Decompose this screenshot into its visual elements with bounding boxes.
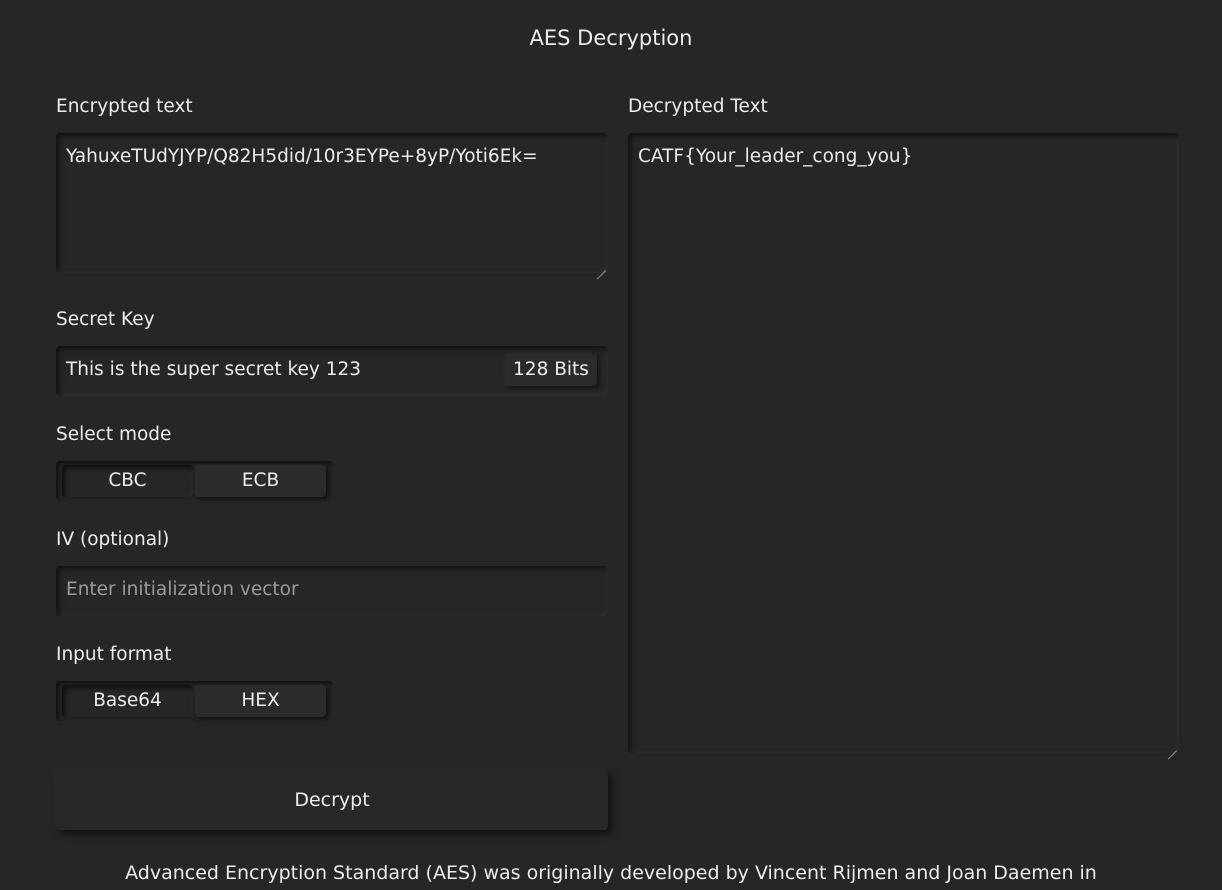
secret-key-value: This is the super secret key 123 [66,359,362,380]
encrypted-text-value: YahuxeTUdYJYP/Q82H5did/10r3EYPe+8yP/Yoti… [66,146,538,167]
decrypted-text-label: Decrypted Text [628,96,768,117]
decrypted-text-area[interactable]: CATF{Your_leader_cong_you} [628,133,1179,753]
footer-description: Advanced Encryption Standard (AES) was o… [125,862,1097,884]
format-toggle-group: Base64 HEX [56,681,333,721]
secret-key-input[interactable]: This is the super secret key 123 128 Bit… [56,346,608,396]
select-mode-label: Select mode [56,424,172,445]
iv-input[interactable]: Enter initialization vector [56,566,608,616]
input-format-label: Input format [56,644,172,665]
secret-key-label: Secret Key [56,309,155,330]
iv-placeholder: Enter initialization vector [66,579,299,600]
resize-grip-icon[interactable] [1168,742,1177,751]
mode-option-cbc[interactable]: CBC [62,465,193,497]
page-title: AES Decryption [529,26,693,50]
format-option-hex[interactable]: HEX [195,685,326,717]
decrypted-text-value: CATF{Your_leader_cong_you} [638,146,913,167]
format-option-base64[interactable]: Base64 [62,685,193,717]
encrypted-text-area[interactable]: YahuxeTUdYJYP/Q82H5did/10r3EYPe+8yP/Yoti… [56,133,608,273]
mode-toggle-group: CBC ECB [56,461,333,501]
encrypted-text-label: Encrypted text [56,96,193,117]
resize-grip-icon[interactable] [597,262,606,271]
key-bits-badge: 128 Bits [505,354,597,386]
iv-label: IV (optional) [56,529,170,550]
decrypt-button[interactable]: Decrypt [56,770,608,830]
mode-option-ecb[interactable]: ECB [195,465,326,497]
